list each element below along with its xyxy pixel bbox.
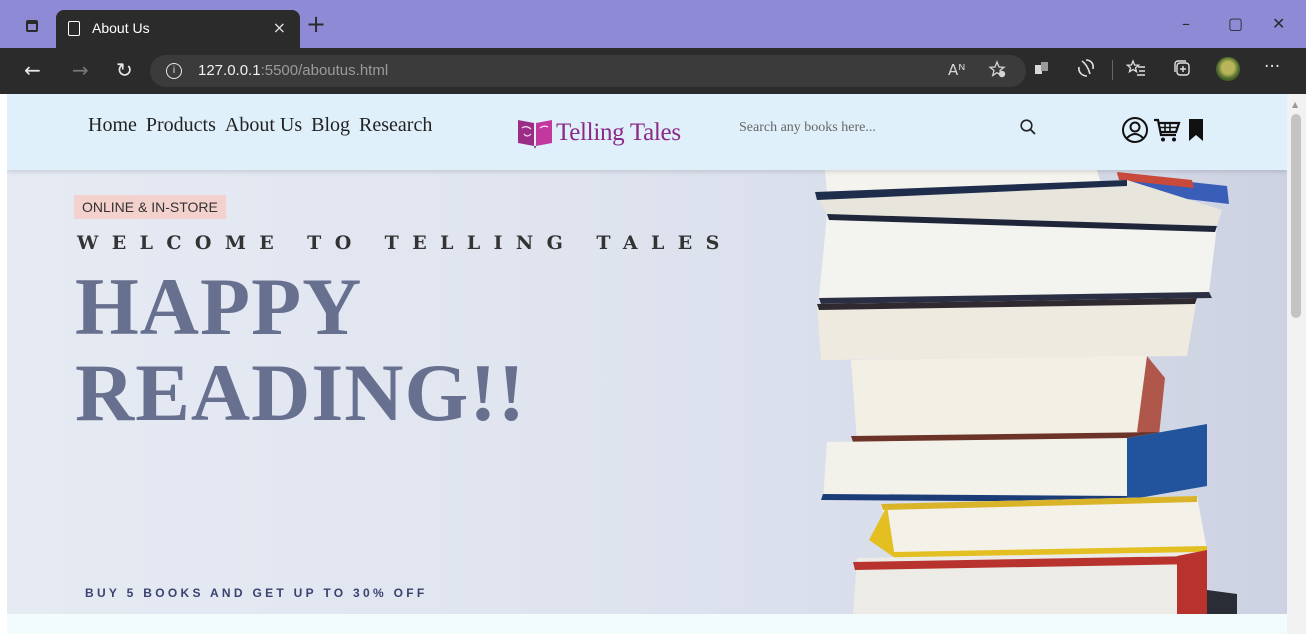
copilot-icon[interactable] bbox=[1076, 58, 1096, 83]
search-input[interactable] bbox=[739, 114, 1019, 142]
page-viewport: Home Products About Us Blog Research Tel… bbox=[7, 94, 1287, 634]
site-header: Home Products About Us Blog Research Tel… bbox=[7, 94, 1287, 170]
book-stack-image bbox=[815, 170, 1237, 614]
headline-line-2: READING!! bbox=[75, 347, 526, 438]
hero-banner: ONLINE & IN-STORE WELCOME TO TELLING TAL… bbox=[7, 170, 1287, 614]
restore-button[interactable]: ▢ bbox=[1228, 14, 1243, 33]
nav-link-products[interactable]: Products bbox=[146, 114, 216, 137]
welcome-heading: WELCOME TO TELLING TALES bbox=[77, 232, 733, 254]
favorite-add-icon[interactable] bbox=[988, 60, 1006, 82]
minimize-button[interactable]: – bbox=[1182, 14, 1190, 33]
address-bar: ← → ↻ i 127.0.0.1:5500/aboutus.html Aᴺ ·… bbox=[0, 48, 1306, 94]
url-host: 127.0.0.1 bbox=[198, 62, 261, 79]
main-nav: Home Products About Us Blog Research bbox=[88, 114, 432, 137]
tab-title: About Us bbox=[92, 20, 150, 36]
nav-link-blog[interactable]: Blog bbox=[311, 114, 350, 137]
browser-tab-bar: About Us × + – ▢ ✕ bbox=[0, 0, 1306, 48]
scroll-up-arrow-icon[interactable]: ▲ bbox=[1292, 100, 1298, 109]
nav-link-research[interactable]: Research bbox=[359, 114, 432, 137]
collections-icon[interactable] bbox=[1172, 58, 1192, 83]
promo-text: BUY 5 BOOKS AND GET UP TO 30% OFF bbox=[85, 586, 428, 600]
toolbar-divider bbox=[1112, 60, 1113, 80]
url-field[interactable]: i 127.0.0.1:5500/aboutus.html Aᴺ bbox=[150, 55, 1026, 87]
reload-button[interactable]: ↻ bbox=[116, 58, 133, 82]
scrollbar-thumb[interactable] bbox=[1291, 114, 1301, 318]
read-aloud-icon[interactable]: Aᴺ bbox=[948, 61, 965, 79]
page-scrollbar[interactable]: ▲ bbox=[1287, 94, 1306, 634]
close-window-button[interactable]: ✕ bbox=[1272, 14, 1285, 33]
site-logo[interactable]: Telling Tales bbox=[516, 116, 681, 150]
new-tab-button[interactable]: + bbox=[306, 10, 326, 38]
favorites-icon[interactable] bbox=[1125, 58, 1146, 83]
url-text: 127.0.0.1:5500/aboutus.html bbox=[198, 62, 388, 79]
open-book-logo-icon bbox=[516, 116, 554, 150]
nav-link-home[interactable]: Home bbox=[88, 114, 137, 137]
profile-icon[interactable] bbox=[1216, 57, 1240, 81]
tab-actions-icon[interactable] bbox=[16, 12, 48, 40]
nav-link-about-us[interactable]: About Us bbox=[225, 114, 302, 137]
forward-button[interactable]: → bbox=[72, 58, 89, 82]
back-button[interactable]: ← bbox=[24, 58, 41, 82]
hero-headline: HAPPY READING!! bbox=[75, 264, 526, 436]
cart-icon[interactable] bbox=[1153, 116, 1181, 148]
bookmark-icon[interactable] bbox=[1187, 118, 1205, 146]
url-path: :5500/aboutus.html bbox=[260, 62, 389, 79]
more-icon[interactable]: ··· bbox=[1264, 57, 1280, 77]
page-icon bbox=[68, 21, 80, 36]
extensions-icon[interactable] bbox=[1034, 60, 1050, 81]
user-account-icon[interactable] bbox=[1121, 116, 1149, 148]
tab-close-icon[interactable]: × bbox=[273, 18, 286, 37]
browser-tab-about-us[interactable]: About Us × bbox=[56, 10, 300, 48]
headline-line-1: HAPPY bbox=[75, 261, 363, 352]
site-info-icon[interactable]: i bbox=[166, 63, 182, 79]
search-icon[interactable] bbox=[1019, 118, 1037, 140]
logo-text: Telling Tales bbox=[556, 119, 681, 146]
channel-badge: ONLINE & IN-STORE bbox=[74, 195, 226, 219]
